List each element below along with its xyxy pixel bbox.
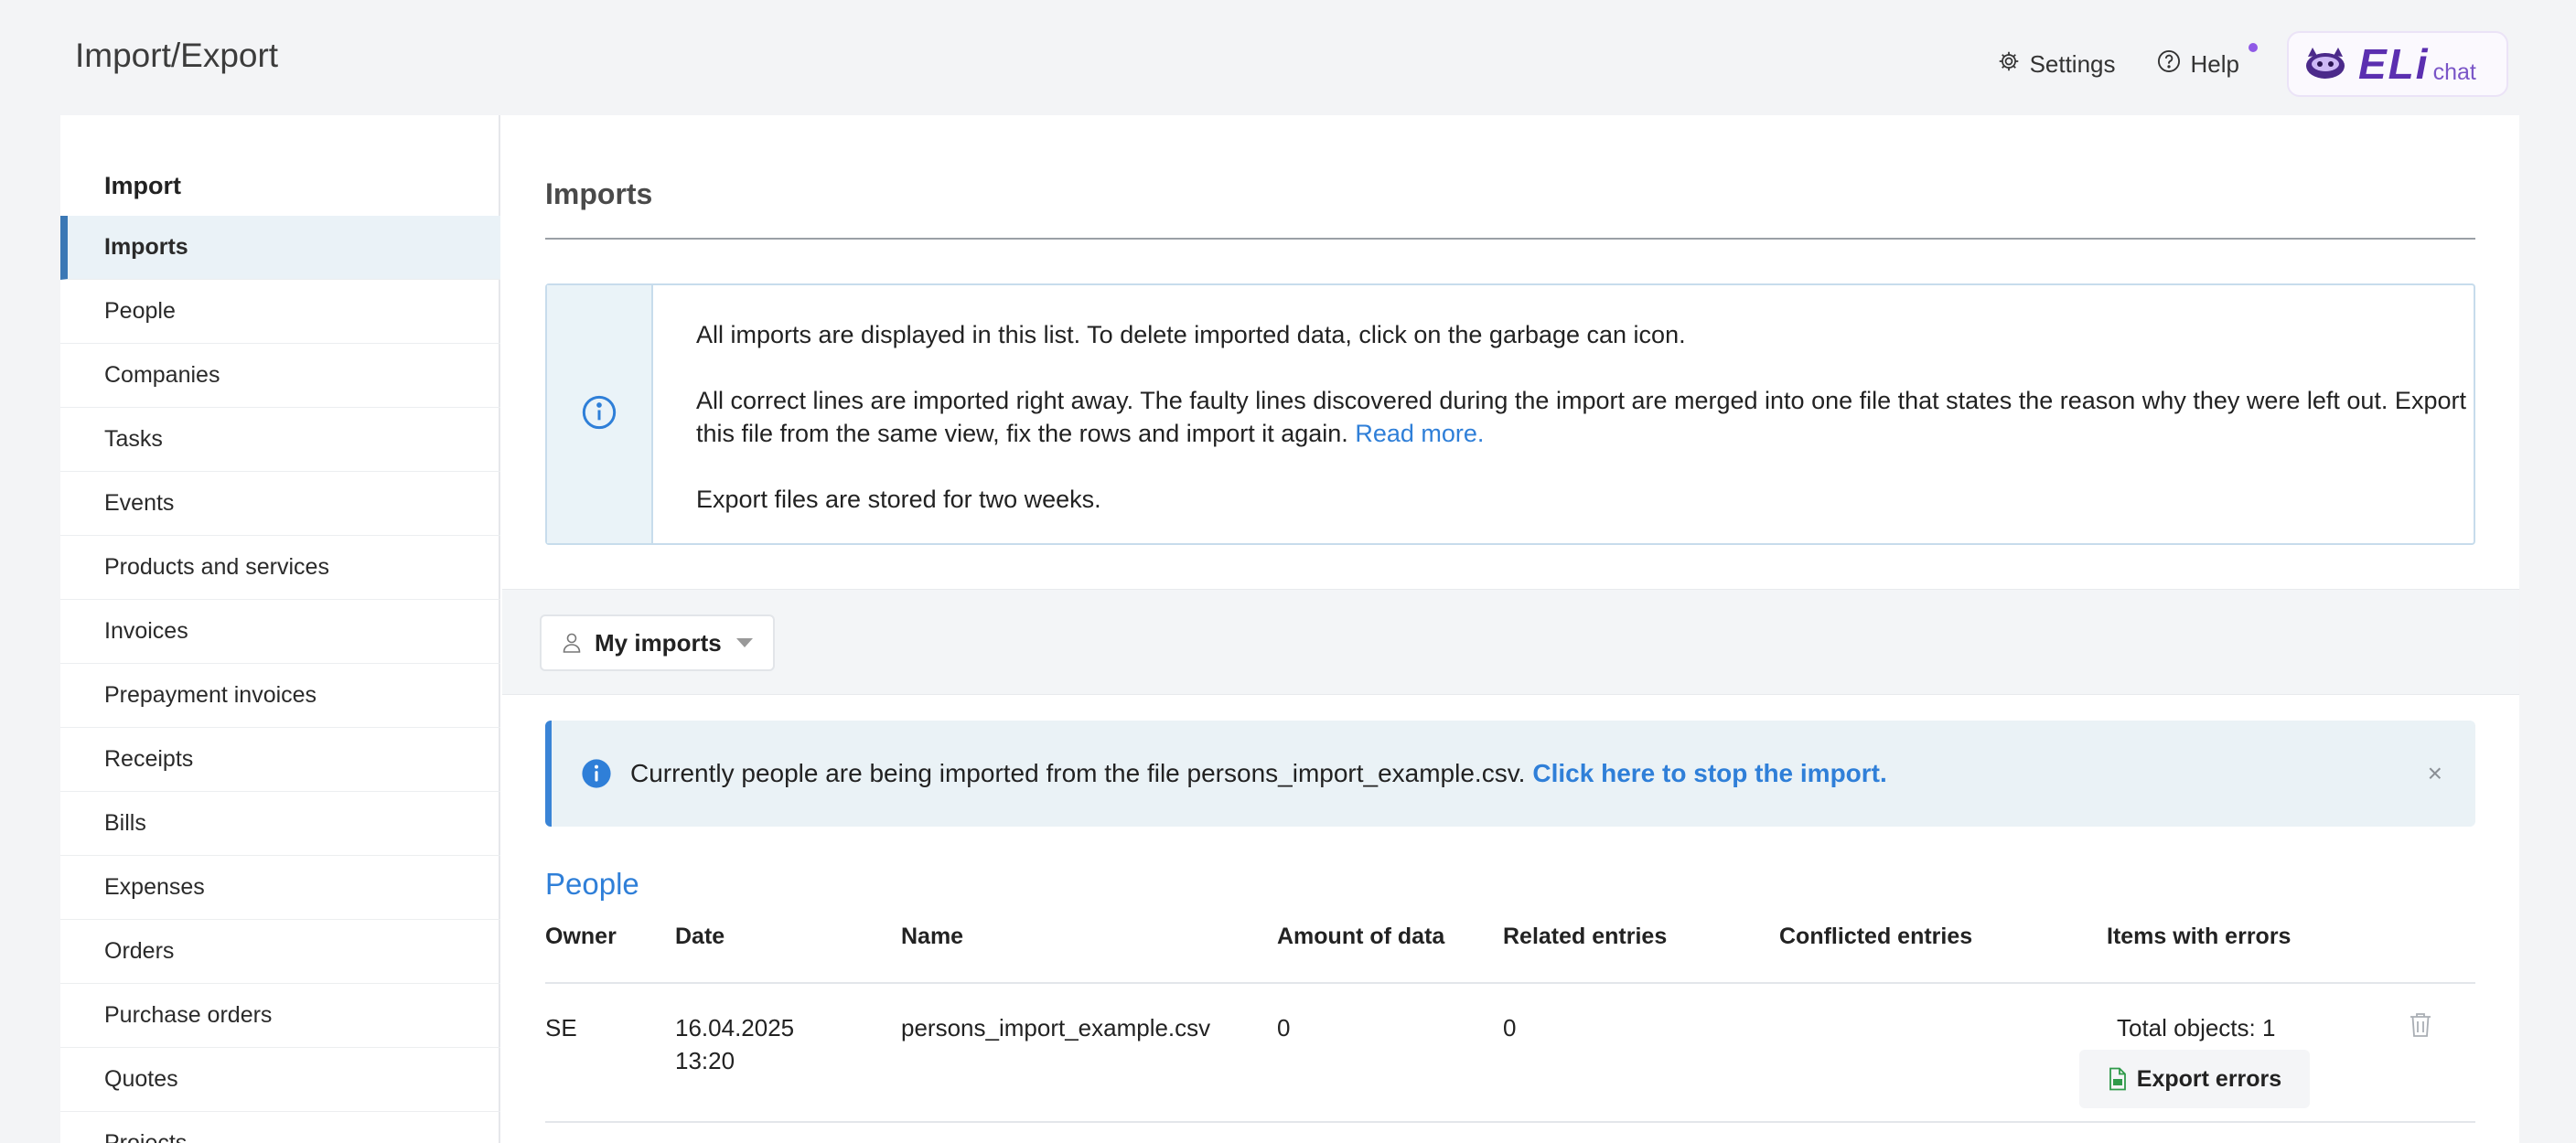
settings-label: Settings [2029,49,2116,78]
sidebar-item-people[interactable]: People [60,280,500,344]
sidebar-item-companies[interactable]: Companies [60,344,500,408]
notification-dot [2249,42,2258,52]
sidebar-item-products-and-services[interactable]: Products and services [60,536,500,600]
info-filled-icon [581,758,612,789]
eli-mascot-icon [2303,44,2347,85]
info-box: All imports are displayed in this list. … [545,283,2475,545]
cell-date-day: 16.04.2025 [675,1014,795,1042]
stop-import-link[interactable]: Click here to stop the import. [1532,759,1886,788]
eli-logo: ELi [2358,40,2430,88]
header-name: Name [901,924,964,949]
cell-related: 0 [1503,1014,1517,1042]
export-errors-button[interactable]: Export errors [2079,1050,2310,1108]
sidebar: Import Imports People Companies Tasks Ev… [60,115,500,1143]
header-date: Date [675,924,725,949]
main-content: Imports All imports are displayed in thi… [502,115,2519,1143]
cell-date: 16.04.2025 13:20 [675,1011,794,1077]
header-conflicted: Conflicted entries [1779,924,1973,949]
my-imports-dropdown[interactable]: My imports [540,614,775,671]
eli-chat-button[interactable]: ELi chat [2287,31,2508,97]
cell-owner: SE [545,1014,577,1042]
file-export-icon [2108,1067,2137,1091]
header-related: Related entries [1503,924,1668,949]
info-line-2-text: All correct lines are imported right awa… [696,387,2466,447]
page-title: Import/Export [75,37,279,74]
sidebar-item-projects[interactable]: Projects [60,1112,500,1143]
sidebar-item-invoices[interactable]: Invoices [60,600,500,664]
table-header: Owner Date Name Amount of data Related e… [545,924,2475,984]
my-imports-label: My imports [595,628,722,657]
info-text: All imports are displayed in this list. … [653,285,2474,543]
sidebar-item-events[interactable]: Events [60,472,500,536]
top-actions: Settings Help ELi chat [1997,31,2508,97]
info-line-1: All imports are displayed in this list. … [696,321,1686,348]
cell-date-time: 13:20 [675,1047,735,1074]
sidebar-list: Imports People Companies Tasks Events Pr… [60,216,500,1143]
chevron-down-icon [735,638,753,647]
trash-icon[interactable] [2409,1011,2432,1043]
sidebar-item-bills[interactable]: Bills [60,792,500,856]
eli-chat-suffix: chat [2432,59,2476,85]
sidebar-heading: Import [104,172,181,199]
sidebar-item-receipts[interactable]: Receipts [60,728,500,792]
imports-table: Owner Date Name Amount of data Related e… [545,924,2475,1123]
top-bar: Import/Export Settings Help ELi chat [0,0,2576,115]
sidebar-item-purchase-orders[interactable]: Purchase orders [60,984,500,1048]
section-title: Imports [545,177,653,210]
info-icon [581,394,617,435]
content-panel: Import Imports People Companies Tasks Ev… [60,115,2519,1143]
settings-link[interactable]: Settings [1997,49,2116,80]
read-more-link[interactable]: Read more. [1355,420,1484,447]
cell-name: persons_import_example.csv [901,1014,1211,1042]
gear-icon [1997,49,2030,80]
info-line-2: All correct lines are imported right awa… [696,384,2474,450]
cell-errors: Total objects: 1 [2117,1014,2276,1042]
cell-amount: 0 [1277,1014,1291,1042]
banner-text: Currently people are being imported from… [630,759,1526,787]
sidebar-item-tasks[interactable]: Tasks [60,408,500,472]
filter-band: My imports [502,589,2519,695]
info-line-3: Export files are stored for two weeks. [696,486,1101,513]
header-amount: Amount of data [1277,924,1445,949]
import-status-banner: Currently people are being imported from… [545,721,2475,827]
help-link[interactable]: Help [2156,42,2258,80]
export-errors-label: Export errors [2136,1065,2282,1092]
header-errors: Items with errors [2107,924,2292,949]
user-icon [562,632,582,654]
header-owner: Owner [545,924,617,949]
info-box-icon-column [547,285,653,543]
sidebar-item-quotes[interactable]: Quotes [60,1048,500,1112]
help-circle-icon [2156,48,2191,80]
sidebar-item-prepayment-invoices[interactable]: Prepayment invoices [60,664,500,728]
sidebar-item-orders[interactable]: Orders [60,920,500,984]
people-section-title: People [545,867,639,901]
help-label: Help [2190,49,2239,78]
table-row: SE 16.04.2025 13:20 persons_import_examp… [545,984,2475,1123]
section-divider [545,238,2475,240]
sidebar-item-expenses[interactable]: Expenses [60,856,500,920]
sidebar-item-imports[interactable]: Imports [60,216,500,280]
close-icon[interactable]: × [2428,761,2442,786]
